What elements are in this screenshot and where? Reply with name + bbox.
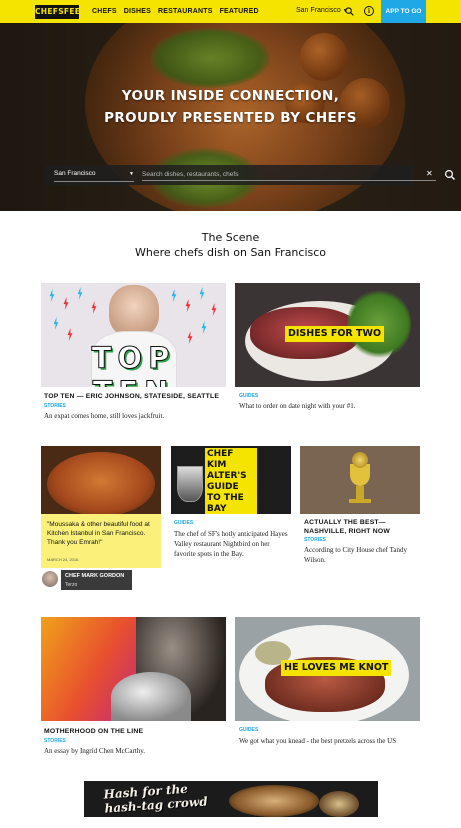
chef-avatar[interactable]	[42, 571, 58, 587]
search-input[interactable]	[142, 169, 436, 181]
trophy-flower	[352, 452, 368, 468]
trophy-foot	[349, 499, 371, 503]
bay-area-image: CHEF KIM ALTER'S GUIDE TO THE BAY AREA	[171, 446, 291, 514]
card-top-ten[interactable]: TOP TEN TOP TEN — ERIC JOHNSON, STATESID…	[41, 283, 226, 423]
card-he-loves-me-knot[interactable]: HE LOVES ME KNOT GUIDES We got what you …	[235, 617, 420, 757]
bay-area-overlay: CHEF KIM ALTER'S GUIDE TO THE BAY AREA	[205, 448, 257, 514]
card-bay-area-guide[interactable]: CHEF KIM ALTER'S GUIDE TO THE BAY AREA G…	[171, 446, 291, 566]
quote-date: MARCH 24, 2016	[47, 557, 79, 562]
card-description: According to City House chef Tandy Wilso…	[304, 546, 407, 564]
card-title[interactable]: ACTUALLY THE BEST—NASHVILLE, RIGHT NOW	[304, 518, 420, 536]
card-category[interactable]: STORIES	[304, 537, 326, 543]
hero-title-line1: YOUR INSIDE CONNECTION,	[121, 88, 340, 104]
scene-subtitle: Where chefs dish on San Francisco	[134, 246, 327, 259]
top-ten-image: TOP TEN	[41, 283, 226, 387]
card-category[interactable]: STORIES	[44, 403, 66, 409]
card-description: An essay by Ingrid Chen McCarthy.	[44, 747, 146, 755]
top-ten-overlay: TOP TEN	[91, 341, 176, 388]
chefsfeed-logo[interactable]: CHEFSFEED	[35, 5, 86, 19]
card-description: We got what you knead - the best pretzel…	[239, 737, 397, 745]
card-description: The chef of SF's hotly anticipated Hayes…	[174, 530, 288, 558]
banner-text: Hash for the hash-tag crowd	[103, 781, 208, 816]
hero-section: YOUR INSIDE CONNECTION, PROUDLY PRESENTED…	[0, 23, 461, 211]
scene-header: The Scene Where chefs dish on San Franci…	[0, 230, 461, 260]
card-nashville[interactable]: ACTUALLY THE BEST—NASHVILLE, RIGHT NOW S…	[300, 446, 420, 566]
city-select[interactable]: San Francisco ▼	[54, 170, 134, 182]
hero-title-line2: PROUDLY PRESENTED BY CHEFS	[104, 110, 357, 126]
motherhood-image	[41, 617, 226, 721]
hash-banner[interactable]: Hash for the hash-tag crowd	[84, 781, 378, 817]
nav-link-restaurants[interactable]: RESTAURANTS	[158, 8, 213, 15]
main-nav-links: CHEFS DISHES RESTAURANTS FEATURED	[92, 0, 259, 23]
card-category[interactable]: GUIDES	[239, 393, 258, 399]
city-label: San Francisco	[296, 7, 341, 14]
search-icon[interactable]	[444, 169, 456, 181]
trophy-base	[356, 486, 364, 500]
he-loves-me-knot-overlay: HE LOVES ME KNOT	[281, 660, 392, 676]
scene-title: The Scene	[201, 231, 260, 244]
hero-search-bar: San Francisco ▼ ✕	[46, 165, 455, 185]
card-description: What to order on date night with your #1…	[239, 402, 356, 410]
card-chef-quote[interactable]: "Moussaka & other beautiful food at Kitc…	[41, 446, 161, 596]
glass	[177, 466, 203, 502]
card-category[interactable]: GUIDES	[174, 520, 193, 526]
hero-title: YOUR INSIDE CONNECTION, PROUDLY PRESENTED…	[0, 85, 461, 129]
chef-name: CHEF MARK GORDON	[65, 573, 125, 579]
card-category[interactable]: STORIES	[44, 738, 66, 744]
dishes-for-two-image: DISHES FOR TWO	[235, 283, 420, 387]
chevron-down-icon: ▼	[129, 171, 134, 177]
banner-bowl	[319, 791, 359, 817]
moussaka-image	[41, 446, 161, 514]
pretzel-image: HE LOVES ME KNOT	[235, 617, 420, 721]
search-icon[interactable]	[345, 7, 354, 16]
card-motherhood[interactable]: MOTHERHOOD ON THE LINE STORIES An essay …	[41, 617, 226, 757]
app-to-go-button[interactable]: APP TO GO	[381, 0, 426, 23]
card-title[interactable]: TOP TEN — ERIC JOHNSON, STATESIDE, SEATT…	[44, 392, 229, 401]
herbs	[347, 289, 411, 359]
chef-portrait	[109, 285, 159, 337]
quote-text: "Moussaka & other beautiful food at Kitc…	[47, 521, 150, 546]
nav-link-dishes[interactable]: DISHES	[124, 8, 151, 15]
city-select-value: San Francisco	[54, 170, 96, 177]
nashville-image	[300, 446, 420, 514]
card-description: An expat comes home, still loves jackfru…	[44, 412, 165, 420]
banner-food	[229, 785, 319, 817]
chef-badge[interactable]: CHEF MARK GORDON Terzo	[61, 570, 132, 590]
clear-icon[interactable]: ✕	[426, 169, 433, 178]
moussaka-dish	[47, 452, 155, 514]
chef-restaurant: Terzo	[65, 582, 78, 588]
info-icon[interactable]: i	[364, 6, 374, 16]
dishes-for-two-overlay: DISHES FOR TWO	[285, 326, 385, 342]
nav-link-chefs[interactable]: CHEFS	[92, 8, 117, 15]
nav-link-featured[interactable]: FEATURED	[220, 8, 259, 15]
city-selector[interactable]: San Francisco ▼	[296, 7, 348, 14]
card-dishes-for-two[interactable]: DISHES FOR TWO GUIDES What to order on d…	[235, 283, 420, 423]
quote-box: "Moussaka & other beautiful food at Kitc…	[41, 514, 161, 568]
top-nav: CHEFSFEED CHEFS DISHES RESTAURANTS FEATU…	[0, 0, 461, 23]
card-title[interactable]: MOTHERHOOD ON THE LINE	[44, 727, 224, 736]
baby-figure	[111, 672, 191, 721]
card-category[interactable]: GUIDES	[239, 727, 258, 733]
